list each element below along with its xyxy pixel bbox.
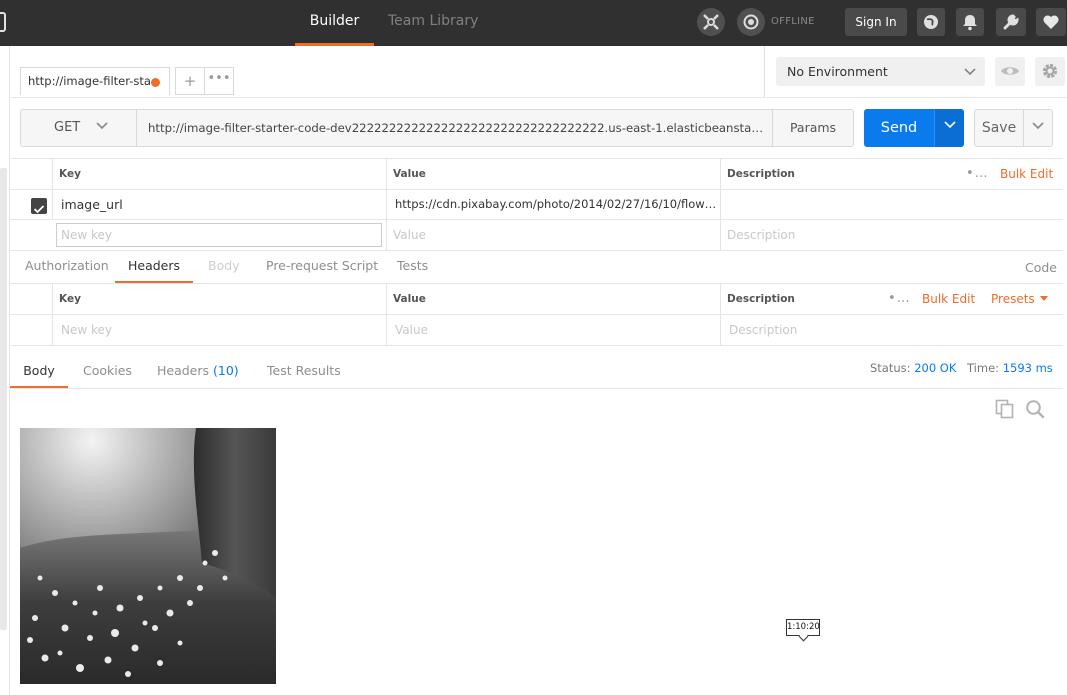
request-subtabs: Authorization Headers Body Pre-request S…	[10, 251, 1063, 284]
status-label: Status:	[870, 361, 911, 375]
wrench-icon	[1003, 14, 1019, 30]
presets-label: Presets	[991, 292, 1035, 306]
new-description-input[interactable]: Description	[720, 315, 1063, 345]
param-enabled-checkbox[interactable]	[31, 198, 47, 214]
environment-select[interactable]: No Environment	[776, 57, 985, 86]
code-link[interactable]: Code	[1025, 253, 1057, 285]
response-image	[20, 428, 276, 684]
tab-test-results[interactable]: Test Results	[267, 356, 341, 388]
sync-icon	[743, 14, 759, 30]
environment-quick-look-button[interactable]	[995, 57, 1025, 86]
send-dropdown-button[interactable]	[934, 109, 964, 147]
key-column-header: Key	[52, 159, 386, 189]
tab-pre-request-script[interactable]: Pre-request Script	[266, 251, 378, 283]
manage-environments-button[interactable]	[1035, 57, 1065, 86]
top-bar: Builder Team Library OFFLINE Sign In	[0, 0, 1067, 46]
param-description[interactable]	[720, 190, 1063, 219]
sync-button[interactable]	[737, 8, 765, 36]
environment-select-value: No Environment	[787, 64, 888, 79]
satellite-icon	[703, 14, 719, 30]
save-dropdown-button[interactable]	[1023, 109, 1053, 147]
value-column-header: Value	[386, 284, 720, 314]
eye-icon	[1001, 67, 1019, 75]
settings-button[interactable]	[996, 8, 1026, 36]
time-tooltip: 1:10:20	[786, 619, 820, 636]
table-row-new: New key Value Description	[10, 315, 1063, 346]
param-value[interactable]: https://cdn.pixabay.com/photo/2014/02/27…	[386, 190, 720, 219]
tab-response-body[interactable]: Body	[10, 356, 68, 388]
param-key[interactable]: image_url	[52, 190, 386, 219]
unsaved-dot-icon	[151, 78, 160, 87]
tab-response-headers-label: Headers	[157, 363, 210, 378]
params-button[interactable]: Params	[772, 109, 854, 147]
status-value[interactable]: 200 OK	[914, 361, 956, 375]
chevron-down-icon	[963, 57, 977, 97]
headers-count-badge: (10)	[213, 363, 239, 378]
tab-authorization[interactable]: Authorization	[25, 251, 109, 283]
globe-icon	[924, 15, 938, 29]
search-icon[interactable]	[1025, 399, 1045, 419]
method-value: GET	[54, 120, 81, 135]
method-select[interactable]: GET	[20, 109, 137, 147]
bell-icon	[963, 15, 977, 31]
new-icon[interactable]	[0, 12, 6, 32]
tab-response-headers[interactable]: Headers (10)	[157, 356, 239, 388]
chevron-down-icon	[1032, 122, 1044, 130]
table-row: image_url https://cdn.pixabay.com/photo/…	[10, 190, 1063, 220]
tab-team-library[interactable]: Team Library	[388, 0, 478, 46]
description-column-header: Description	[720, 159, 950, 189]
presets-dropdown[interactable]: Presets	[985, 284, 1063, 314]
notifications-button[interactable]	[956, 8, 984, 36]
heart-button[interactable]	[1036, 8, 1066, 36]
sync-status: OFFLINE	[771, 16, 815, 27]
description-column-header: Description	[720, 284, 870, 314]
request-tab[interactable]: http://image-filter-sta	[20, 67, 170, 95]
chevron-down-icon	[96, 121, 108, 134]
more-options-icon[interactable]: •••	[882, 284, 912, 314]
key-column-header: Key	[52, 284, 386, 314]
table-row-new: New key Value Description	[10, 220, 1063, 251]
request-tab-title: http://image-filter-sta	[28, 74, 151, 88]
check-icon	[33, 205, 45, 214]
send-button[interactable]: Send	[864, 109, 934, 147]
request-tab-strip: http://image-filter-sta + •••	[10, 46, 765, 98]
tab-cookies[interactable]: Cookies	[83, 356, 132, 388]
environment-area: No Environment	[766, 46, 1067, 98]
new-description-input[interactable]: Description	[720, 220, 1063, 250]
response-time: Time: 1593 ms	[967, 361, 1053, 375]
interceptor-button[interactable]	[697, 8, 725, 36]
response-status: Status: 200 OK	[870, 361, 956, 375]
new-value-input[interactable]: Value	[386, 220, 720, 250]
new-key-input[interactable]: New key	[52, 315, 386, 345]
save-button[interactable]: Save	[974, 109, 1024, 147]
time-label: Time:	[967, 361, 1000, 375]
heart-icon	[1043, 15, 1059, 29]
tab-tests[interactable]: Tests	[397, 251, 428, 283]
tab-builder[interactable]: Builder	[295, 0, 374, 46]
runner-button[interactable]	[917, 8, 945, 36]
gear-icon	[1042, 63, 1058, 79]
params-table-header: Key Value Description ••• Bulk Edit	[10, 158, 1063, 190]
headers-table: Key Value Description ••• Bulk Edit Pres…	[10, 284, 1063, 346]
tab-headers[interactable]: Headers	[115, 251, 193, 283]
sidebar-scrollbar[interactable]	[0, 168, 7, 630]
time-value[interactable]: 1593 ms	[1003, 361, 1053, 375]
more-tabs-button[interactable]: •••	[205, 67, 234, 95]
url-input[interactable]: http://image-filter-starter-code-dev2222…	[136, 109, 773, 147]
more-options-icon[interactable]: •••	[960, 159, 990, 189]
headers-table-header: Key Value Description ••• Bulk Edit Pres…	[10, 284, 1063, 315]
tab-body: Body	[208, 258, 240, 273]
sign-in-button[interactable]: Sign In	[845, 8, 907, 36]
bulk-edit-link[interactable]: Bulk Edit	[994, 159, 1063, 189]
value-column-header: Value	[386, 159, 720, 189]
new-value-input[interactable]: Value	[386, 315, 720, 345]
caret-down-icon	[1039, 296, 1048, 301]
add-tab-button[interactable]: +	[175, 67, 205, 95]
copy-icon[interactable]	[995, 399, 1015, 419]
params-table: Key Value Description ••• Bulk Edit imag…	[10, 158, 1063, 251]
new-key-input[interactable]: New key	[56, 223, 382, 247]
chevron-down-icon	[943, 121, 956, 129]
bulk-edit-link[interactable]: Bulk Edit	[916, 284, 980, 314]
